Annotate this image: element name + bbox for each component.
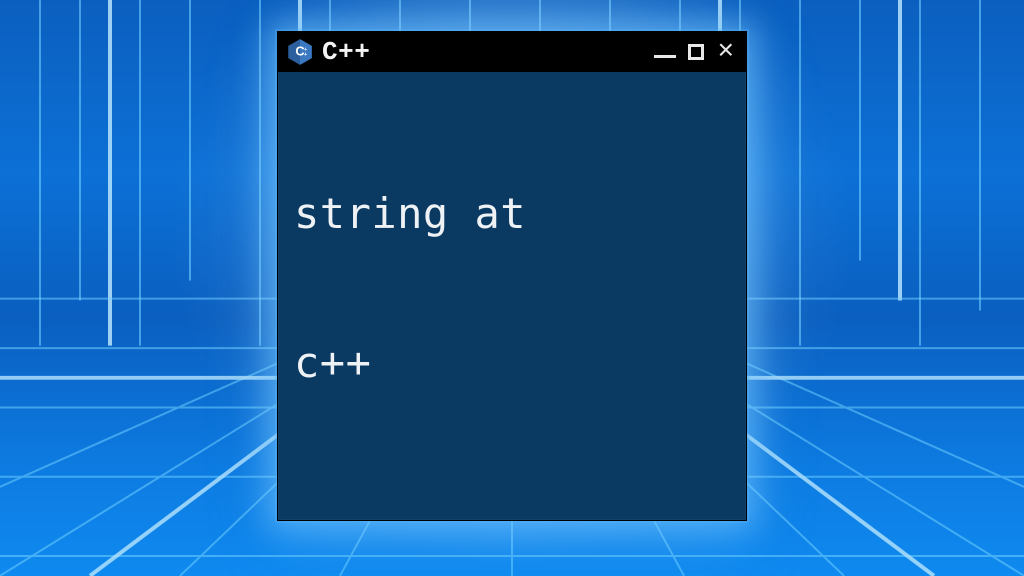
cpp-logo-icon: C + + [286, 38, 314, 66]
window-controls: × [654, 38, 736, 66]
window-content: string at c++ [278, 72, 746, 504]
close-icon[interactable]: × [716, 36, 736, 64]
svg-text:C: C [295, 44, 304, 59]
content-line: c++ [294, 338, 730, 388]
svg-text:+: + [304, 52, 307, 58]
terminal-window: C + + C++ × string at c++ [277, 31, 747, 521]
maximize-icon[interactable] [686, 42, 706, 62]
minimize-icon[interactable] [654, 40, 676, 64]
window-titlebar[interactable]: C + + C++ × [278, 32, 746, 72]
window-title: C++ [322, 37, 646, 67]
content-line: string at [294, 189, 730, 239]
